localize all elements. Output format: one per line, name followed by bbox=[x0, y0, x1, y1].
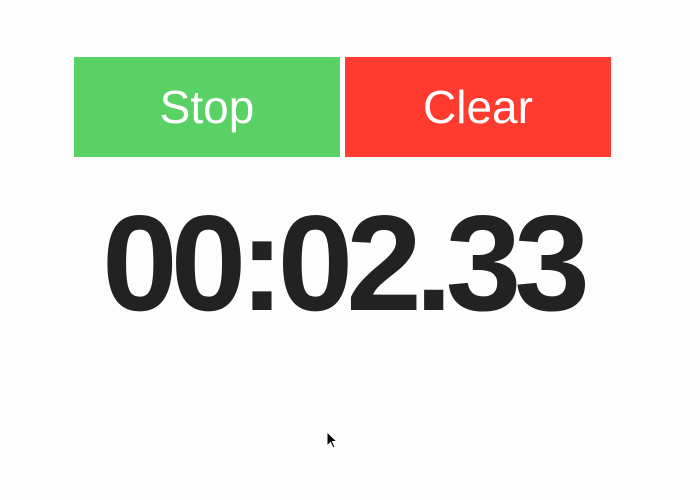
stop-button[interactable]: Stop bbox=[74, 57, 340, 157]
mouse-pointer-icon bbox=[326, 430, 339, 449]
stopwatch-app: Stop Clear 00:02.33 bbox=[0, 0, 700, 500]
elapsed-time-display: 00:02.33 bbox=[102, 187, 590, 339]
control-bar: Stop Clear bbox=[74, 57, 611, 157]
clear-button[interactable]: Clear bbox=[345, 57, 611, 157]
